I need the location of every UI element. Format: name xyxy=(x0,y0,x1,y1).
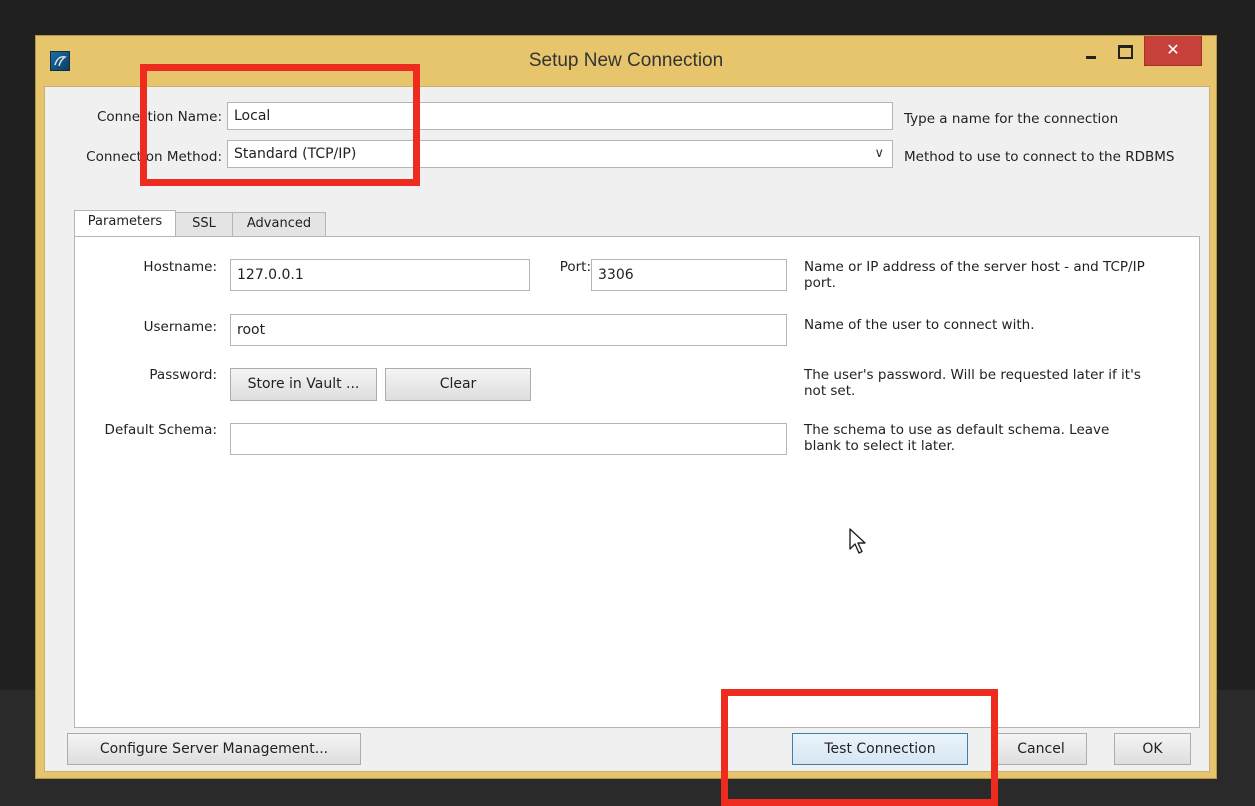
default-schema-hint: The schema to use as default schema. Lea… xyxy=(804,422,1110,454)
clear-password-button[interactable]: Clear xyxy=(385,368,531,401)
minimize-button[interactable] xyxy=(1076,36,1106,68)
configure-server-management-button[interactable]: Configure Server Management... xyxy=(67,733,361,765)
connection-name-hint: Type a name for the connection xyxy=(904,111,1119,127)
annotation-box-connection-name xyxy=(140,64,420,186)
maximize-button[interactable] xyxy=(1108,36,1140,68)
chevron-down-icon: ∨ xyxy=(874,146,884,161)
store-in-vault-button[interactable]: Store in Vault ... xyxy=(230,368,377,401)
default-schema-input[interactable] xyxy=(230,423,787,455)
dialog-content: Connection Name: Local Type a name for t… xyxy=(44,86,1210,772)
close-button[interactable]: ✕ xyxy=(1144,36,1202,66)
password-hint: The user's password. Will be requested l… xyxy=(804,367,1141,399)
annotation-box-test-connection xyxy=(721,689,998,806)
port-input[interactable]: 3306 xyxy=(591,259,787,291)
tab-advanced[interactable]: Advanced xyxy=(232,212,326,236)
password-label: Password: xyxy=(149,367,217,383)
hostname-input[interactable]: 127.0.0.1 xyxy=(230,259,530,291)
parameters-panel: Hostname: 127.0.0.1 Port: 3306 Name or I… xyxy=(74,236,1200,728)
minimize-icon xyxy=(1086,56,1096,59)
ok-button[interactable]: OK xyxy=(1114,733,1191,765)
username-input[interactable]: root xyxy=(230,314,787,346)
connection-method-hint: Method to use to connect to the RDBMS xyxy=(904,149,1175,165)
cancel-button[interactable]: Cancel xyxy=(995,733,1087,765)
maximize-icon xyxy=(1118,45,1133,59)
tab-ssl[interactable]: SSL xyxy=(175,212,233,236)
username-label: Username: xyxy=(143,319,217,335)
hostname-label: Hostname: xyxy=(143,259,217,275)
close-icon: ✕ xyxy=(1166,40,1180,59)
mouse-pointer-icon xyxy=(849,528,866,554)
username-hint: Name of the user to connect with. xyxy=(804,317,1035,333)
tab-parameters[interactable]: Parameters xyxy=(74,210,176,236)
port-label: Port: xyxy=(559,259,591,275)
default-schema-label: Default Schema: xyxy=(104,422,217,438)
hostname-hint: Name or IP address of the server host - … xyxy=(804,259,1145,291)
